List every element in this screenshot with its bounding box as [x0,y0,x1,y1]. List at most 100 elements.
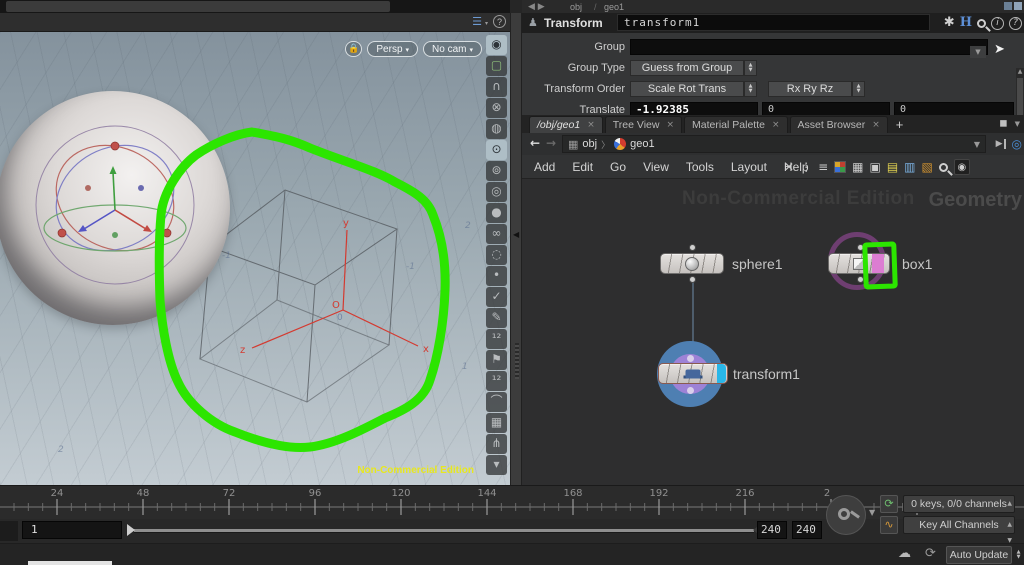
eye-icon[interactable]: ◉ [953,159,970,175]
sphere1-input-dot[interactable] [689,244,696,251]
back-icon[interactable]: ◀ ▶ [528,2,545,12]
layout-grid-icon[interactable]: ▦ [852,160,863,174]
view-disc-icon[interactable]: ◍ [486,119,507,139]
node-transform1[interactable] [658,363,728,384]
tab-close-icon[interactable]: × [772,118,780,133]
recook-icon[interactable]: ⟳ [925,546,936,561]
camera-lock-button[interactable]: 🔒 [345,41,363,57]
auto-update-spinner[interactable]: ▲ ▼ [1014,546,1023,564]
nav-forward-icon[interactable]: → [546,136,556,150]
light-icon[interactable]: ◎ [486,182,507,202]
group-field[interactable] [630,39,988,55]
search-icon[interactable] [977,18,986,28]
breadcrumb-obj[interactable]: obj [582,138,597,150]
tab-close-icon[interactable]: × [587,118,595,133]
current-frame-field[interactable]: 1 [22,521,122,539]
palette-grid-icon[interactable] [834,161,847,173]
gear-icon[interactable]: ✱ [944,15,955,31]
key-options-caret-icon[interactable]: ▼ [869,508,875,517]
search-icon[interactable] [938,162,948,172]
frame-slider-track[interactable] [134,529,754,532]
help-icon[interactable]: ? [1009,16,1022,30]
global-end-field[interactable]: 240 [792,521,822,539]
node-name-field[interactable] [617,14,930,31]
auto-update-dropdown[interactable]: Auto Update [946,546,1012,564]
hierarchy-icon[interactable]: ⋮ [800,160,812,174]
rot-order-dropdown[interactable]: Rx Ry Rz [768,81,852,97]
maximize-icon[interactable]: ◼ [999,118,1007,129]
snap-icon[interactable]: ⊗ [486,98,507,118]
shade-sphere-icon[interactable]: ● [486,203,507,223]
tab-asset-browser[interactable]: Asset Browser × [789,116,888,133]
scroll-thumb[interactable] [1017,78,1023,118]
pivot-icon[interactable]: ⋔ [486,434,507,454]
houdini-icon[interactable]: H [960,15,972,31]
tab-close-icon[interactable]: × [872,118,880,133]
network-path[interactable]: ▦ obj 〉 geo1 ▼ [562,135,986,153]
divider-grip[interactable] [515,343,519,379]
pane-help-icon[interactable]: ? [493,15,506,28]
menu-tools[interactable]: Tools [686,160,714,174]
pane-options-caret-icon[interactable]: ▾ [485,20,488,27]
sticky-note-icon[interactable]: ▤ [887,160,898,174]
info-icon[interactable]: i [991,16,1004,30]
box1-label[interactable]: box1 [902,256,932,272]
stereo-glasses-icon[interactable]: ∞ [486,224,507,244]
pane-divider[interactable]: ◀ [510,13,522,485]
path-geo[interactable]: geo1 [604,2,624,12]
menu-view[interactable]: View [643,160,669,174]
menu-layout[interactable]: Layout [731,160,767,174]
key-all-channels-dropdown[interactable]: Key All Channels ▲ ▼ [903,516,1015,544]
dot-icon[interactable]: • [486,266,507,286]
animation-editor-icon[interactable]: ∿ [880,516,898,534]
rot-order-spinner[interactable]: ▲ ▼ [852,81,865,97]
menu-go[interactable]: Go [610,160,626,174]
path-obj[interactable]: obj [570,2,582,12]
tools-icon[interactable]: ✕ [784,160,794,174]
xform-order-dropdown[interactable]: Scale Rot Trans [630,81,744,97]
nav-back-icon[interactable]: ← [530,136,540,150]
view-tool-icon[interactable]: ◉ [486,35,507,55]
lock-selection-icon[interactable]: ∩ [486,77,507,97]
pane-options-icon[interactable]: ☰ [472,15,482,28]
image-icon[interactable]: ▥ [904,160,915,174]
window-icon[interactable]: ▣ [869,160,880,174]
sphere1-output-dot[interactable] [689,276,696,283]
more-icon[interactable]: ▾ [486,455,507,475]
set-key-button[interactable] [826,495,866,535]
projection-button[interactable]: Persp ▾ [367,41,419,57]
tab-tree-view[interactable]: Tree View × [604,116,682,133]
flag-icon[interactable]: ⚑ [486,350,507,370]
breadcrumb-geo1[interactable]: geo1 [630,138,654,150]
tab-menu-caret-icon[interactable]: ▼ [1015,120,1020,128]
camera-select-button[interactable]: No cam ▾ [423,41,482,57]
group-type-dropdown[interactable]: Guess from Group [630,60,744,76]
group-pick-arrow-icon[interactable]: ➤ [994,42,1005,57]
point-numbers-icon[interactable]: ¹² [486,329,507,349]
scroll-up-icon[interactable]: ▲ [1016,68,1024,75]
network-canvas[interactable]: Non-Commercial Edition Geometry sphere1 … [522,179,1024,485]
checker-icon[interactable]: ▦ [486,413,507,433]
headlight-icon[interactable]: ⊙ [486,140,507,160]
select-tool-icon[interactable]: ▢ [486,56,507,76]
viewport-3d[interactable]: y x z O 0 -1 -1 1 2 2 🔒 Persp ▾ No cam ▾… [0,32,510,485]
pen-icon[interactable]: ✎ [486,308,507,328]
range-end-field[interactable]: 240 [757,521,787,539]
pen-check-icon[interactable]: ✓ [486,287,507,307]
keys-status-button[interactable]: 0 keys, 0/0 channels ▲ [903,495,1015,513]
node-sphere1[interactable] [660,253,724,274]
prim-numbers-icon[interactable]: ¹² [486,371,507,391]
transform1-input-dot[interactable] [687,355,694,362]
new-tab-button[interactable]: + [896,117,904,133]
tab--obj-geo1[interactable]: /obj/geo1 × [529,116,603,133]
camera-icon[interactable]: ◌ [486,245,507,265]
menu-edit[interactable]: Edit [572,160,593,174]
menu-add[interactable]: Add [534,160,555,174]
transform1-label[interactable]: transform1 [733,366,800,382]
pin-icon[interactable]: ▶ [996,139,1006,149]
memory-icon[interactable]: ☁ [898,546,911,561]
group-type-spinner[interactable]: ▲ ▼ [744,60,757,76]
sphere1-label[interactable]: sphere1 [732,256,783,272]
curve-icon[interactable]: ⌒ [486,392,507,412]
collapse-arrow-icon[interactable]: ◀ [513,230,519,239]
